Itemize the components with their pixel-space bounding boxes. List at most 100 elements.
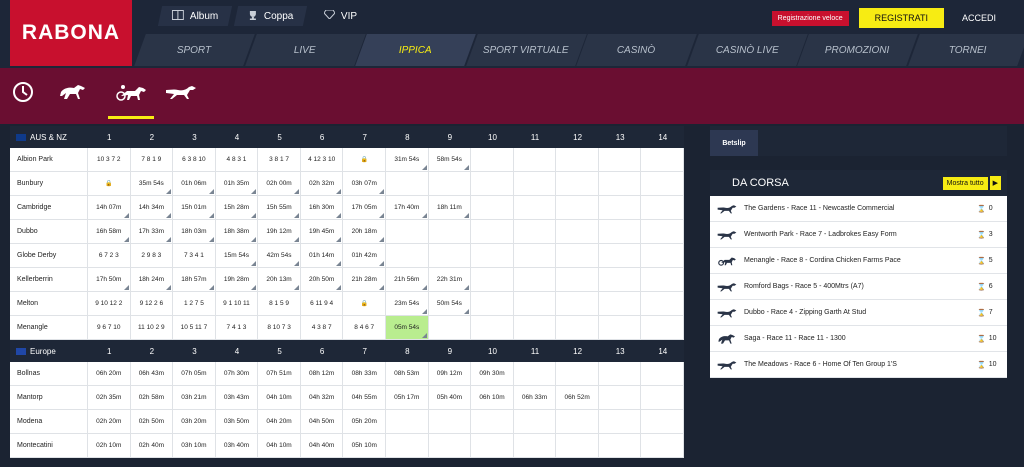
race-cell[interactable]: 02h 35m: [88, 386, 131, 409]
race-cell[interactable]: 06h 52m: [556, 386, 599, 409]
race-cell[interactable]: 19h 28m: [216, 268, 259, 291]
race-cell[interactable]: 06h 43m: [131, 362, 174, 385]
race-cell[interactable]: 07h 30m: [216, 362, 259, 385]
race-cell[interactable]: 15m 54s: [216, 244, 259, 267]
track-name[interactable]: Dubbo: [10, 220, 88, 243]
race-cell[interactable]: 7 8 1 9: [131, 148, 174, 171]
greyhound-tab[interactable]: [158, 74, 204, 114]
race-cell[interactable]: 03h 10m: [173, 434, 216, 457]
track-name[interactable]: Mantorp: [10, 386, 88, 409]
race-cell[interactable]: 03h 21m: [173, 386, 216, 409]
race-cell[interactable]: 8 10 7 3: [258, 316, 301, 339]
harness-racing-tab[interactable]: [108, 74, 154, 119]
nav-casino-live[interactable]: CASINÒ LIVE: [686, 34, 809, 66]
race-cell[interactable]: 03h 07m: [343, 172, 387, 195]
race-cell[interactable]: 58m 54s: [429, 148, 472, 171]
fast-register-button[interactable]: Registrazione veloce: [771, 10, 849, 26]
race-cell[interactable]: 10 3 7 2: [88, 148, 131, 171]
race-cell[interactable]: 04h 10m: [258, 434, 301, 457]
race-cell[interactable]: 16h 58m: [88, 220, 131, 243]
race-cell[interactable]: 9 10 12 2: [88, 292, 131, 315]
track-name[interactable]: Montecatini: [10, 434, 88, 457]
horse-racing-tab[interactable]: [50, 74, 96, 114]
race-cell[interactable]: 4 12 3 10: [301, 148, 344, 171]
upcoming-race-row[interactable]: Wentworth Park - Race 7 - Ladbrokes Easy…: [710, 222, 1007, 248]
race-cell[interactable]: 8 4 6 7: [343, 316, 387, 339]
race-cell[interactable]: 22h 31m: [429, 268, 472, 291]
race-cell[interactable]: 04h 20m: [258, 410, 301, 433]
race-cell[interactable]: 3 8 1 7: [258, 148, 301, 171]
nav-promozioni[interactable]: PROMOZIONI: [797, 34, 920, 66]
race-cell[interactable]: 20h 50m: [301, 268, 344, 291]
race-cell[interactable]: 15h 55m: [258, 196, 301, 219]
track-name[interactable]: Melton: [10, 292, 88, 315]
race-cell[interactable]: 20h 18m: [343, 220, 387, 243]
race-cell[interactable]: 🔒: [88, 172, 131, 195]
race-cell[interactable]: 01h 14m: [301, 244, 344, 267]
race-cell[interactable]: 11 10 2 9: [131, 316, 174, 339]
track-name[interactable]: Cambridge: [10, 196, 88, 219]
race-cell[interactable]: 19h 12m: [258, 220, 301, 243]
track-name[interactable]: Bunbury: [10, 172, 88, 195]
race-cell[interactable]: 08h 53m: [386, 362, 429, 385]
track-name[interactable]: Kellerberrin: [10, 268, 88, 291]
upcoming-race-row[interactable]: Romford Bags - Race 5 - 400Mtrs (A7) ⌛ 6: [710, 274, 1007, 300]
race-cell[interactable]: 18h 11m: [429, 196, 472, 219]
track-name[interactable]: Menangle: [10, 316, 88, 339]
upcoming-race-row[interactable]: The Meadows - Race 6 - Home Of Ten Group…: [710, 352, 1007, 378]
nav-casino[interactable]: CASINÒ: [576, 34, 699, 66]
race-cell[interactable]: 02h 10m: [88, 434, 131, 457]
track-name[interactable]: Modena: [10, 410, 88, 433]
race-cell[interactable]: 8 1 5 9: [258, 292, 301, 315]
race-cell[interactable]: 7 3 4 1: [173, 244, 216, 267]
race-cell[interactable]: 02h 00m: [258, 172, 301, 195]
upcoming-race-row[interactable]: Saga - Race 11 - Race 11 - 1300 ⌛ 10: [710, 326, 1007, 352]
vip-link[interactable]: VIP: [310, 6, 371, 26]
race-cell[interactable]: 02h 20m: [88, 410, 131, 433]
race-cell[interactable]: 09h 30m: [471, 362, 514, 385]
login-button[interactable]: ACCEDI: [954, 13, 996, 23]
race-cell[interactable]: 42m 54s: [258, 244, 301, 267]
race-cell[interactable]: 4 8 3 1: [216, 148, 259, 171]
race-cell[interactable]: 17h 40m: [386, 196, 429, 219]
race-cell[interactable]: 21h 28m: [343, 268, 387, 291]
race-cell[interactable]: 18h 57m: [173, 268, 216, 291]
race-cell[interactable]: 16h 30m: [301, 196, 344, 219]
race-cell[interactable]: 03h 43m: [216, 386, 259, 409]
race-cell[interactable]: 17h 50m: [88, 268, 131, 291]
race-cell[interactable]: 05h 10m: [343, 434, 387, 457]
race-cell[interactable]: 01h 35m: [216, 172, 259, 195]
race-cell[interactable]: 18h 38m: [216, 220, 259, 243]
race-cell[interactable]: 05h 20m: [343, 410, 387, 433]
race-cell[interactable]: 2 9 8 3: [131, 244, 174, 267]
race-cell[interactable]: 03h 40m: [216, 434, 259, 457]
race-cell[interactable]: 04h 10m: [258, 386, 301, 409]
race-cell[interactable]: 23m 54s: [386, 292, 429, 315]
race-cell[interactable]: 05m 54s: [386, 316, 429, 339]
race-cell[interactable]: 08h 12m: [301, 362, 344, 385]
race-cell[interactable]: 07h 51m: [258, 362, 301, 385]
race-cell[interactable]: 14h 34m: [131, 196, 174, 219]
race-cell[interactable]: 1 2 7 5: [173, 292, 216, 315]
show-all-button[interactable]: Mostra tutto ▶: [942, 176, 1001, 190]
race-cell[interactable]: 04h 40m: [301, 434, 344, 457]
race-cell[interactable]: 31m 54s: [386, 148, 429, 171]
upcoming-tab[interactable]: [0, 74, 46, 114]
race-cell[interactable]: 17h 05m: [343, 196, 387, 219]
track-name[interactable]: Bollnas: [10, 362, 88, 385]
race-cell[interactable]: 15h 01m: [173, 196, 216, 219]
race-cell[interactable]: 10 5 11 7: [173, 316, 216, 339]
race-cell[interactable]: 06h 20m: [88, 362, 131, 385]
nav-ippica[interactable]: IPPICA: [355, 34, 478, 66]
race-cell[interactable]: 01h 06m: [173, 172, 216, 195]
race-cell[interactable]: 20h 13m: [258, 268, 301, 291]
race-cell[interactable]: 9 12 2 6: [131, 292, 174, 315]
rabona-logo[interactable]: RABONA: [10, 0, 132, 66]
race-cell[interactable]: 4 3 8 7: [301, 316, 344, 339]
race-cell[interactable]: 9 6 7 10: [88, 316, 131, 339]
track-name[interactable]: Globe Derby: [10, 244, 88, 267]
race-cell[interactable]: 🔒: [343, 148, 387, 171]
race-cell[interactable]: 05h 17m: [386, 386, 429, 409]
race-cell[interactable]: 14h 07m: [88, 196, 131, 219]
coppa-link[interactable]: Coppa: [234, 6, 308, 26]
